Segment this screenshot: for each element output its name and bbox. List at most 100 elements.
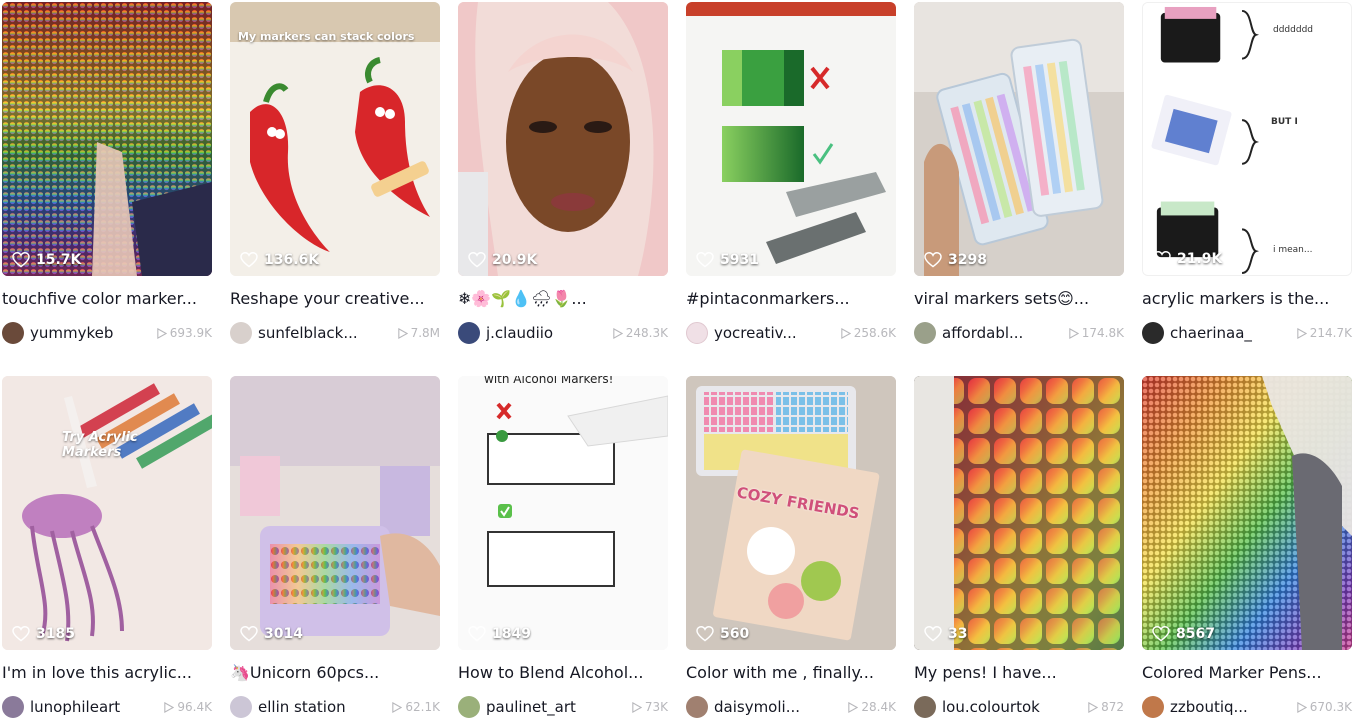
video-card[interactable]: 3014 🦄Unicorn 60pcs... ellin station 62.… [230,376,440,720]
author-avatar[interactable] [458,696,480,718]
video-card[interactable]: Try Acrylic Markers 3185 I'm in love thi… [2,376,212,720]
author-name[interactable]: daisymoli... [714,698,843,716]
video-meta: lou.colourtok 872 [914,694,1124,720]
video-thumbnail[interactable]: My markers can stack colors 136.6K [230,2,440,276]
video-card[interactable]: 8567 Colored Marker Pens... zzboutiq... … [1142,376,1352,720]
video-title[interactable]: Colored Marker Pens... [1142,662,1352,684]
play-outline-icon [1297,327,1307,339]
author-avatar[interactable] [2,322,24,344]
author-avatar[interactable] [458,322,480,344]
author-avatar[interactable] [914,696,936,718]
video-thumbnail[interactable]: 8567 [1142,376,1352,650]
video-card[interactable]: 15.7K touchfive color marker... yummykeb… [2,2,212,346]
view-count: 872 [1087,700,1124,714]
video-thumbnail[interactable]: 33 [914,376,1124,650]
like-count: 136.6K [240,252,319,268]
video-title[interactable]: I'm in love this acrylic... [2,662,212,684]
video-title[interactable]: My pens! I have... [914,662,1124,684]
video-title[interactable]: #pintaconmarkers... [686,288,896,310]
video-thumbnail[interactable]: COZY FRIENDS 560 [686,376,896,650]
author-name[interactable]: affordabl... [942,324,1064,342]
video-title[interactable]: touchfive color marker... [2,288,212,310]
author-name[interactable]: j.claudiio [486,324,608,342]
author-avatar[interactable] [1142,696,1164,718]
author-name[interactable]: zzboutiq... [1170,698,1292,716]
video-card[interactable]: 33 My pens! I have... lou.colourtok 872 [914,376,1124,720]
play-outline-icon [392,701,403,713]
play-outline-icon [157,327,167,339]
thumbnail-image [2,376,212,650]
video-thumbnail[interactable]: ddddddd BUT I i mean... 21.9K [1142,2,1352,276]
thumbnail-image [914,2,1124,276]
author-avatar[interactable] [230,322,252,344]
like-count-value: 136.6K [264,252,320,268]
thumbnail-image [458,2,668,276]
video-title[interactable]: ❄🌸🌱💧🌧🌷... [458,288,668,310]
video-thumbnail[interactable]: Try Acrylic Markers 3185 [2,376,212,650]
play-outline-icon [613,327,623,339]
author-avatar[interactable] [686,322,708,344]
author-name[interactable]: lunophileart [30,698,159,716]
video-thumbnail[interactable]: 15.7K [2,2,212,276]
video-title[interactable]: How to Blend Alcohol... [458,662,668,684]
view-count: 670.3K [1296,700,1352,714]
view-count-value: 7.8M [410,326,440,340]
video-title[interactable]: viral markers sets😊... [914,288,1124,310]
view-count-value: 872 [1101,700,1124,714]
author-avatar[interactable] [1142,322,1164,344]
video-thumbnail[interactable]: 5931 [686,2,896,276]
video-thumbnail[interactable]: 3014 [230,376,440,650]
video-meta: daisymoli... 28.4K [686,694,896,720]
like-count-value: 20.9K [492,252,538,268]
play-outline-icon [1069,327,1079,339]
thumbnail-caption: Try Acrylic Markers [62,430,138,460]
like-count-value: 3298 [948,252,987,268]
play-outline-icon [841,327,851,339]
author-name[interactable]: yummykeb [30,324,152,342]
view-count-value: 174.8K [1081,326,1124,340]
video-title[interactable]: acrylic markers is the... [1142,288,1352,310]
author-avatar[interactable] [2,696,24,718]
author-name[interactable]: yocreativ... [714,324,836,342]
like-count: 3185 [12,626,75,642]
video-card[interactable]: COZY FRIENDS 560 Color with me , finally… [686,376,896,720]
video-thumbnail[interactable]: 20.9K [458,2,668,276]
video-meta: paulinet_art 73K [458,694,668,720]
view-count-value: 214.7K [1309,326,1352,340]
author-name[interactable]: ellin station [258,698,387,716]
thumbnail-caption: with Alcohol Markers! [484,376,614,386]
video-card[interactable]: My markers can stack colors 136.6K Resha… [230,2,440,346]
thumbnail-image [1143,3,1351,275]
heart-outline-icon [1153,251,1171,267]
view-count-value: 693.9K [169,326,212,340]
author-name[interactable]: lou.colourtok [942,698,1083,716]
video-thumbnail[interactable]: 3298 [914,2,1124,276]
video-card[interactable]: ddddddd BUT I i mean... 21.9K acrylic ma… [1142,2,1352,346]
video-meta: chaerinaa_ 214.7K [1142,320,1352,346]
heart-outline-icon [468,626,486,642]
author-avatar[interactable] [686,696,708,718]
author-avatar[interactable] [230,696,252,718]
like-count: 8567 [1152,626,1215,642]
heart-outline-icon [924,252,942,268]
play-outline-icon [397,327,408,339]
video-title[interactable]: Reshape your creative... [230,288,440,310]
video-thumbnail[interactable]: with Alcohol Markers! 1849 [458,376,668,650]
author-avatar[interactable] [914,322,936,344]
video-card[interactable]: with Alcohol Markers! 1849 How to Blend … [458,376,668,720]
thumbnail-image [686,376,896,650]
like-count-value: 21.9K [1177,251,1223,267]
view-count: 62.1K [391,700,440,714]
heart-outline-icon [1152,626,1170,642]
video-card[interactable]: 5931 #pintaconmarkers... yocreativ... 25… [686,2,896,346]
video-title[interactable]: 🦄Unicorn 60pcs... [230,662,440,684]
video-card[interactable]: 20.9K ❄🌸🌱💧🌧🌷... j.claudiio 248.3K [458,2,668,346]
view-count: 174.8K [1068,326,1124,340]
author-name[interactable]: chaerinaa_ [1170,324,1292,342]
like-count-value: 33 [948,626,968,642]
video-title[interactable]: Color with me , finally... [686,662,896,684]
like-count-value: 560 [720,626,750,642]
video-card[interactable]: 3298 viral markers sets😊... affordabl...… [914,2,1124,346]
author-name[interactable]: sunfelblack... [258,324,393,342]
author-name[interactable]: paulinet_art [486,698,627,716]
